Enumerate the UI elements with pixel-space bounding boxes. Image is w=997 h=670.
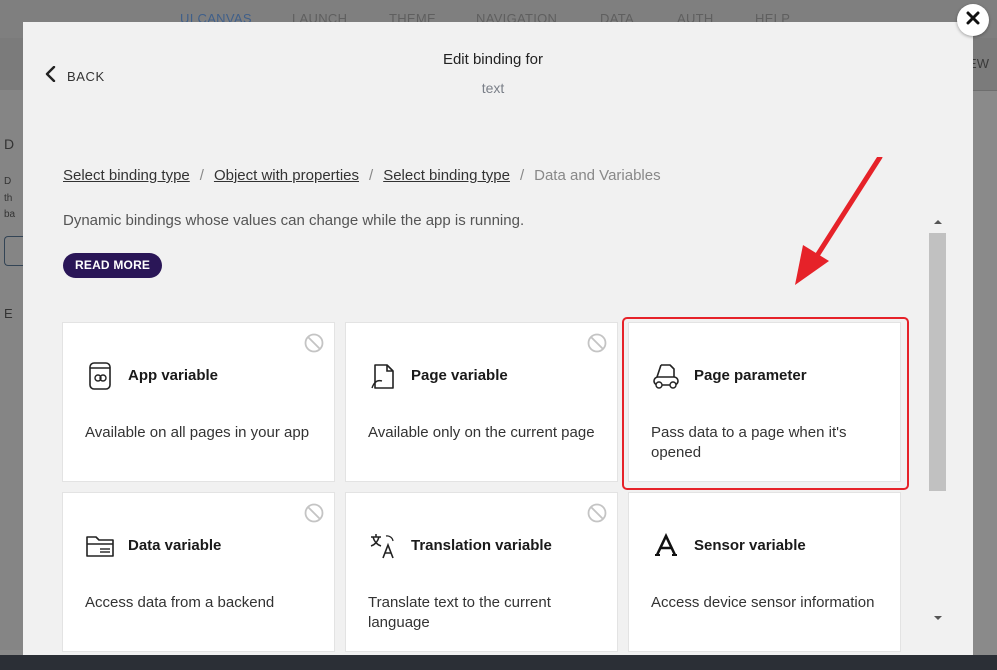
disabled-icon [304, 503, 324, 523]
breadcrumb-separator: / [199, 167, 204, 184]
bg-fragment-box [4, 236, 25, 266]
modal-subtitle: text [481, 80, 505, 96]
card-description: Access device sensor information [651, 594, 875, 611]
card-page-parameter[interactable]: Page parameter Pass data to a page when … [628, 322, 901, 482]
card-description: Available only on the current page [368, 424, 595, 441]
edit-binding-modal: BACK Edit binding for text Select bindin… [23, 22, 973, 655]
card-description: Translate text to the current language [368, 594, 551, 631]
breadcrumb-link-object-with-properties[interactable]: Object with properties [214, 167, 359, 184]
sensor-variable-icon [651, 531, 681, 561]
translation-variable-icon [368, 531, 398, 561]
bg-fragment: D [4, 176, 12, 187]
card-title: Page variable [411, 367, 508, 384]
scroll-down-arrow-icon[interactable] [929, 611, 946, 625]
scrollbar-thumb[interactable] [929, 233, 946, 491]
page-parameter-icon [651, 361, 681, 391]
data-variable-icon [85, 531, 115, 561]
background-bottom-bar [0, 655, 997, 670]
bg-fragment: E [4, 306, 13, 321]
card-title: Page parameter [694, 367, 807, 384]
disabled-icon [587, 503, 607, 523]
close-button[interactable] [957, 4, 989, 36]
red-arrow-annotation [795, 157, 883, 285]
section-description: Dynamic bindings whose values can change… [63, 212, 525, 229]
card-title: Data variable [128, 537, 222, 554]
breadcrumb: Select binding type / Object with proper… [63, 167, 661, 184]
close-icon [966, 11, 980, 30]
scrollbar[interactable] [929, 215, 946, 625]
breadcrumb-separator: / [519, 167, 525, 184]
scroll-up-arrow-icon[interactable] [929, 215, 946, 229]
page-variable-icon [368, 361, 398, 391]
read-more-button[interactable]: READ MORE [63, 253, 163, 278]
bg-fragment: th [4, 193, 13, 204]
card-title: Sensor variable [694, 537, 806, 554]
card-title: Translation variable [411, 537, 552, 554]
app-variable-icon [85, 361, 115, 391]
card-page-variable[interactable]: Page variable Available only on the curr… [345, 322, 618, 482]
breadcrumb-separator: / [369, 167, 374, 184]
card-translation-variable[interactable]: Translation variable Translate text to t… [345, 492, 618, 652]
breadcrumb-link-select-binding-type-2[interactable]: Select binding type [383, 167, 510, 184]
modal-title: Edit binding for [442, 51, 544, 68]
disabled-icon [587, 333, 607, 353]
disabled-icon [304, 333, 324, 353]
bg-fragment: ba [4, 209, 16, 220]
card-app-variable[interactable]: App variable Available on all pages in y… [62, 322, 335, 482]
breadcrumb-current: Data and Variables [534, 167, 661, 184]
card-sensor-variable[interactable]: Sensor variable Access device sensor inf… [628, 492, 901, 652]
breadcrumb-link-select-binding-type[interactable]: Select binding type [63, 167, 190, 184]
card-description: Access data from a backend [85, 594, 275, 611]
card-description: Pass data to a page when it's opened [651, 424, 847, 461]
bg-fragment: D [4, 136, 15, 152]
card-description: Available on all pages in your app [85, 424, 310, 441]
card-title: App variable [128, 367, 219, 384]
card-data-variable[interactable]: Data variable Access data from a backend [62, 492, 335, 652]
